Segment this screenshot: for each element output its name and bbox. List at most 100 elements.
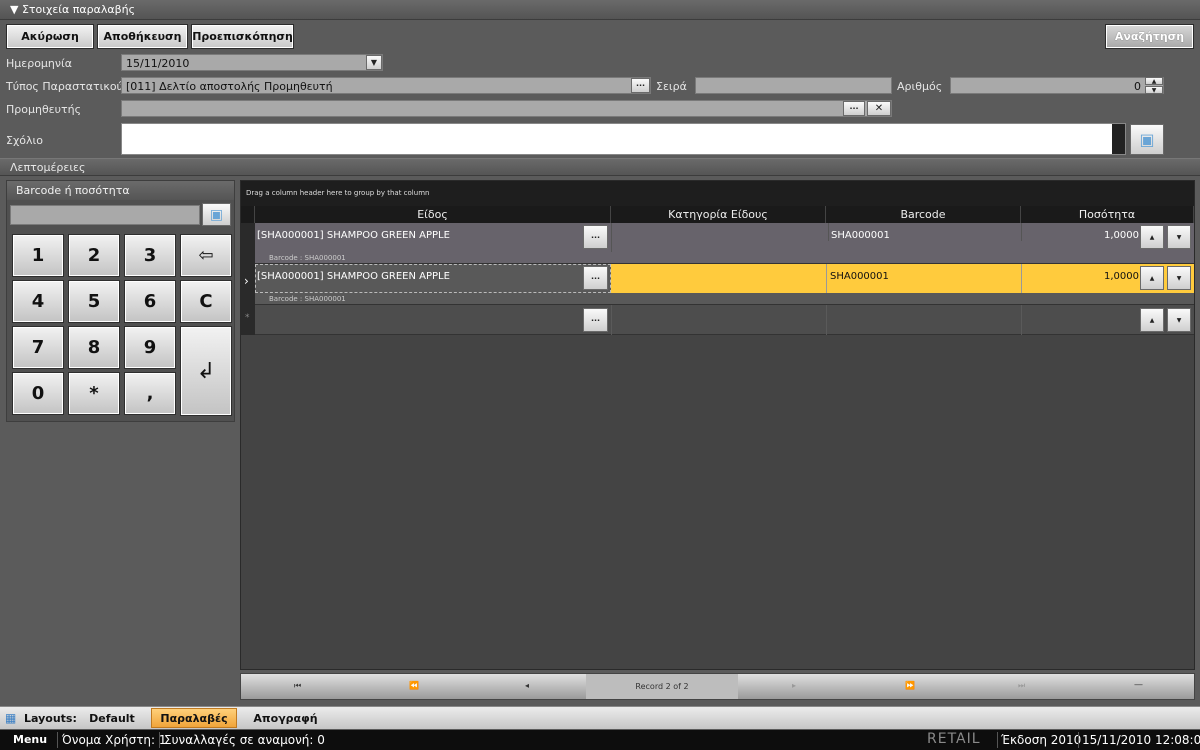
group-panel[interactable]: Drag a column header here to group by th… [241, 181, 1194, 206]
ellipsis-icon: ··· [590, 232, 601, 242]
key-6[interactable]: 6 [124, 280, 176, 323]
supplier-lookup-button[interactable]: ··· [843, 101, 865, 116]
column-header-quantity[interactable]: Ποσότητα [1021, 206, 1194, 223]
menu-button[interactable]: Menu [13, 733, 47, 746]
comment-scrollbar[interactable] [1112, 124, 1125, 154]
category-cell[interactable] [611, 264, 826, 293]
quantity-cell[interactable]: 1,0000 [1021, 264, 1139, 293]
row-indicator[interactable]: › [241, 264, 255, 305]
series-field[interactable] [695, 77, 892, 94]
new-row-indicator[interactable]: * [241, 305, 255, 335]
column-divider [1021, 305, 1022, 335]
series-label: Σειρά [656, 80, 687, 93]
comment-textarea[interactable] [121, 123, 1126, 155]
qty-down-button[interactable]: ▼ [1167, 308, 1191, 332]
clear-key[interactable]: C [180, 280, 232, 323]
row-indicator[interactable] [241, 223, 255, 264]
key-asterisk[interactable]: * [68, 372, 120, 415]
save-button[interactable]: Αποθήκευση [97, 24, 188, 49]
chevron-down-icon: ▼ [1176, 316, 1182, 324]
layout-tab-receipts[interactable]: Παραλαβές [151, 708, 237, 728]
next-page-button[interactable]: ⏩ [905, 681, 915, 690]
doctype-field[interactable]: [011] Δελτίο αποστολής Προμηθευτή [121, 77, 651, 94]
table-row[interactable]: [SHA000001] SHAMPOO GREEN APPLE ··· SHA0… [241, 223, 1194, 264]
number-up-button[interactable]: ▲ [1145, 77, 1163, 85]
qty-up-button[interactable]: ▲ [1140, 225, 1164, 249]
number-field[interactable]: 0 [950, 77, 1164, 94]
prev-page-button[interactable]: ⏪ [409, 681, 419, 690]
details-header: Λεπτομέρειες [0, 158, 1200, 176]
date-field[interactable]: 15/11/2010 [121, 54, 383, 71]
ellipsis-icon: ··· [590, 273, 601, 283]
layout-tab-default[interactable]: Default [82, 708, 142, 728]
barcode-input[interactable] [10, 205, 200, 225]
doctype-lookup-button[interactable]: ··· [631, 78, 650, 93]
key-9[interactable]: 9 [124, 326, 176, 369]
column-header-barcode[interactable]: Barcode [826, 206, 1021, 223]
key-3[interactable]: 3 [124, 234, 176, 277]
backspace-icon: ⇦ [198, 245, 214, 266]
supplier-clear-button[interactable]: ✕ [867, 101, 891, 116]
keypad-title: Barcode ή ποσότητα [7, 181, 234, 200]
status-bar: Menu Όνομα Χρήστη: 1 Συναλλαγές σε αναμο… [0, 730, 1200, 750]
keyboard-icon: ▣ [1139, 130, 1155, 149]
divider [57, 732, 58, 748]
qty-up-button[interactable]: ▲ [1140, 266, 1164, 290]
key-5[interactable]: 5 [68, 280, 120, 323]
qty-down-button[interactable]: ▼ [1167, 266, 1191, 290]
row-indicator-header [241, 206, 255, 223]
item-cell[interactable]: [SHA000001] SHAMPOO GREEN APPLE [257, 223, 577, 241]
quantity-cell[interactable]: 1,0000 [1021, 223, 1139, 241]
qty-down-button[interactable]: ▼ [1167, 225, 1191, 249]
column-divider [611, 305, 612, 335]
key-7[interactable]: 7 [12, 326, 64, 369]
enter-key[interactable]: ↲ [180, 326, 232, 416]
key-4[interactable]: 4 [12, 280, 64, 323]
datetime: 15/11/2010 12:08:09 [1082, 733, 1200, 747]
category-cell[interactable] [611, 223, 826, 252]
layouts-bar: ▦ Layouts: Default Παραλαβές Απογραφή [0, 706, 1200, 729]
column-header-category[interactable]: Κατηγορία Είδους [611, 206, 826, 223]
doctype-label: Τύπος Παραστατικού [6, 80, 123, 93]
date-dropdown-button[interactable]: ▼ [366, 55, 382, 70]
key-1[interactable]: 1 [12, 234, 64, 277]
prev-record-button[interactable]: ◂ [525, 681, 529, 690]
key-8[interactable]: 8 [68, 326, 120, 369]
key-comma[interactable]: , [124, 372, 176, 415]
preview-button[interactable]: Προεπισκόπηση [191, 24, 294, 49]
chevron-right-icon: › [244, 274, 249, 288]
cancel-button[interactable]: Ακύρωση [6, 24, 94, 49]
chevron-down-icon: ▼ [1151, 86, 1157, 94]
barcode-cell[interactable]: SHA000001 [826, 264, 1021, 293]
item-lookup-button[interactable]: ··· [583, 308, 608, 332]
last-record-button[interactable]: ⏭ [1018, 681, 1025, 691]
last-icon: ⏭ [1018, 681, 1026, 690]
chevron-up-icon: ▲ [1149, 233, 1155, 241]
table-row-selected[interactable]: › [SHA000001] SHAMPOO GREEN APPLE ··· SH… [241, 264, 1194, 305]
key-0[interactable]: 0 [12, 372, 64, 415]
layout-tab-inventory[interactable]: Απογραφή [248, 708, 323, 728]
item-lookup-button[interactable]: ··· [583, 225, 608, 249]
keyboard-button[interactable]: ▣ [1130, 124, 1164, 155]
minus-icon: — [1134, 680, 1143, 690]
divider [997, 732, 998, 748]
item-cell[interactable]: [SHA000001] SHAMPOO GREEN APPLE [257, 264, 577, 282]
next-record-button[interactable]: ▸ [792, 681, 796, 690]
brand-logo: RETAIL [927, 731, 981, 747]
number-down-button[interactable]: ▼ [1145, 86, 1163, 94]
record-counter: Record 2 of 2 [586, 674, 738, 699]
column-header-item[interactable]: Είδος [255, 206, 611, 223]
section-header[interactable]: ▼ Στοιχεία παραλαβής [0, 0, 1200, 20]
item-lookup-button[interactable]: ··· [583, 266, 608, 290]
first-icon: ⏮ [294, 681, 302, 690]
supplier-field[interactable] [121, 100, 892, 117]
first-record-button[interactable]: ⏮ [294, 681, 301, 691]
new-item-row[interactable]: * ··· ▲ ▼ [241, 305, 1194, 335]
qty-up-button[interactable]: ▲ [1140, 308, 1164, 332]
search-button[interactable]: Αναζήτηση [1105, 24, 1194, 49]
barcode-cell[interactable]: SHA000001 [828, 223, 1018, 241]
keypad-keyboard-button[interactable]: ▣ [202, 203, 231, 226]
backspace-key[interactable]: ⇦ [180, 234, 232, 277]
key-2[interactable]: 2 [68, 234, 120, 277]
delete-record-button[interactable]: — [1134, 680, 1143, 690]
